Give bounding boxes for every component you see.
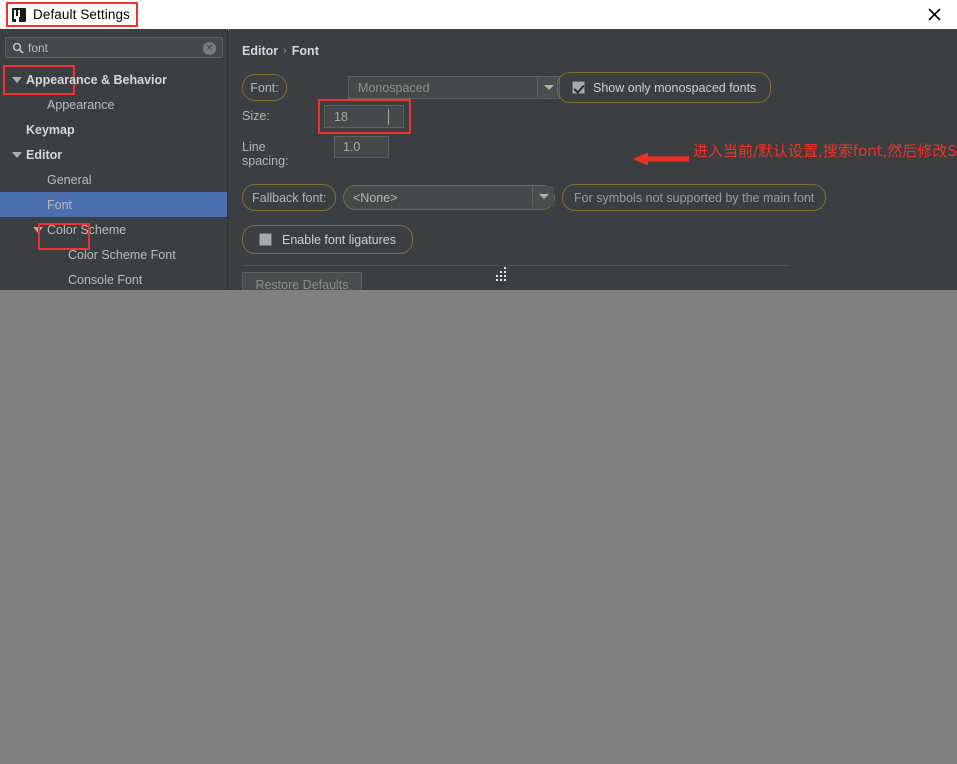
sidebar-item-label: Color Scheme bbox=[47, 222, 127, 237]
sidebar-item-appearance-behavior[interactable]: Appearance & Behavior bbox=[0, 67, 227, 92]
sidebar-item-color-scheme-font[interactable]: Color Scheme Font bbox=[0, 242, 227, 267]
sidebar-item-label: Appearance bbox=[47, 97, 115, 112]
sidebar-item-color-scheme[interactable]: Color Scheme bbox=[0, 217, 227, 242]
sidebar-item-appearance[interactable]: Appearance bbox=[0, 92, 227, 117]
size-value: 18 bbox=[334, 109, 348, 124]
fallback-font-combobox[interactable]: <None> bbox=[343, 185, 555, 210]
text-caret bbox=[388, 109, 389, 125]
title-bar: Default Settings bbox=[0, 0, 957, 30]
sidebar-item-label: Editor bbox=[26, 147, 63, 162]
annotation-text: 进入当前/默认设置,搜索font,然后修改Size字体大小。 bbox=[693, 142, 957, 160]
settings-main-panel: Editor › Font Font: Monospaced Show only… bbox=[229, 29, 957, 290]
sidebar-item-keymap[interactable]: Keymap bbox=[0, 117, 227, 142]
left-arrow-icon bbox=[633, 152, 689, 166]
window-title: Default Settings bbox=[33, 7, 130, 22]
settings-dialog: Default Settings ✕ Appear bbox=[0, 0, 957, 290]
annotation-overlay: 进入当前/默认设置,搜索font,然后修改Size字体大小。 bbox=[633, 141, 957, 175]
sidebar-item-console-font[interactable]: Console Font bbox=[0, 267, 227, 290]
enable-font-ligatures-label: Enable font ligatures bbox=[282, 232, 396, 247]
settings-tree: Appearance & Behavior Appearance Keymap Edi… bbox=[0, 67, 227, 290]
intellij-idea-icon bbox=[12, 7, 26, 22]
font-family-value: Monospaced bbox=[358, 80, 430, 95]
font-family-combobox[interactable]: Monospaced bbox=[348, 76, 560, 99]
close-icon[interactable] bbox=[912, 0, 957, 28]
sidebar-item-label: Keymap bbox=[26, 122, 75, 137]
settings-sidebar: ✕ Appearance & Behavior Appearance Keymap E… bbox=[0, 29, 228, 290]
sidebar-item-label: Font bbox=[47, 197, 73, 212]
size-input[interactable]: 18 bbox=[324, 105, 404, 128]
sidebar-item-label: Appearance & Behavior bbox=[26, 72, 168, 87]
sidebar-item-editor[interactable]: Editor bbox=[0, 142, 227, 167]
line-spacing-value: 1.0 bbox=[343, 140, 361, 154]
show-only-monospaced-label: Show only monospaced fonts bbox=[593, 80, 757, 95]
chevron-down-icon[interactable] bbox=[537, 77, 559, 98]
breadcrumb: Editor › Font bbox=[242, 44, 319, 58]
resize-grip[interactable] bbox=[494, 267, 508, 281]
search-icon bbox=[12, 42, 24, 54]
divider bbox=[242, 265, 790, 266]
font-label: Font: bbox=[242, 74, 287, 101]
sidebar-item-general[interactable]: General bbox=[0, 167, 227, 192]
search-row: ✕ bbox=[5, 37, 223, 58]
breadcrumb-separator: › bbox=[283, 45, 287, 57]
line-spacing-label: Line spacing: bbox=[242, 140, 289, 168]
restore-defaults-button[interactable]: Restore Defaults bbox=[242, 272, 362, 290]
fallback-font-hint: For symbols not supported by the main fo… bbox=[562, 184, 827, 211]
chevron-down-icon[interactable] bbox=[11, 149, 22, 160]
clear-icon[interactable]: ✕ bbox=[203, 42, 216, 55]
search-box[interactable]: ✕ bbox=[5, 37, 223, 58]
checkbox-box[interactable] bbox=[572, 81, 585, 94]
chevron-down-icon[interactable] bbox=[532, 186, 554, 207]
enable-font-ligatures-checkbox[interactable]: Enable font ligatures bbox=[242, 225, 413, 254]
chevron-down-icon[interactable] bbox=[11, 74, 22, 85]
sidebar-item-label: General bbox=[47, 172, 92, 187]
sidebar-item-label: Color Scheme Font bbox=[68, 247, 176, 262]
breadcrumb-current: Font bbox=[291, 44, 319, 58]
size-label: Size: bbox=[242, 109, 270, 123]
chevron-down-icon[interactable] bbox=[32, 224, 43, 235]
sidebar-item-font[interactable]: Font bbox=[0, 192, 227, 217]
show-only-monospaced-checkbox[interactable]: Show only monospaced fonts bbox=[557, 72, 772, 103]
breadcrumb-parent[interactable]: Editor bbox=[242, 44, 278, 58]
search-input[interactable] bbox=[28, 41, 178, 55]
checkbox-box[interactable] bbox=[259, 233, 272, 246]
line-spacing-input[interactable]: 1.0 bbox=[334, 136, 389, 158]
fallback-font-value: <None> bbox=[353, 190, 398, 205]
fallback-font-label: Fallback font: bbox=[242, 184, 337, 211]
sidebar-item-label: Console Font bbox=[68, 272, 143, 287]
title-highlight-box: Default Settings bbox=[6, 2, 138, 27]
